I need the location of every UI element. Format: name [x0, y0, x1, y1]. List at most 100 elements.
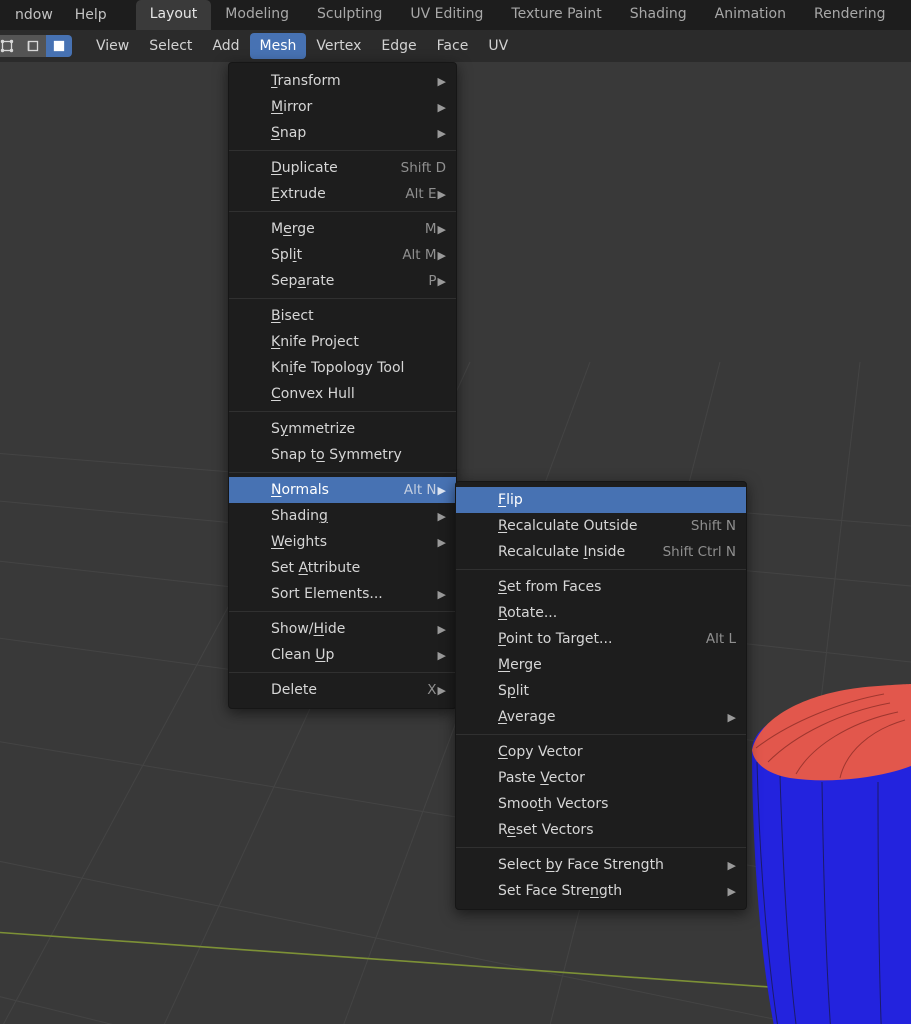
menu-item-label: Snap: [271, 125, 307, 141]
menu-item-normals[interactable]: Normals Alt N ▶: [229, 477, 456, 503]
tab-modeling[interactable]: Modeling: [211, 0, 303, 30]
menu-separator: [456, 847, 746, 848]
menu-item-label: Point to Target...: [498, 631, 613, 647]
menu-uv[interactable]: UV: [478, 33, 518, 59]
menu-view[interactable]: View: [86, 33, 139, 59]
menu-edge[interactable]: Edge: [371, 33, 426, 59]
chevron-right-icon: ▶: [437, 535, 446, 549]
menu-item-recalculate-outside[interactable]: Recalculate Outside Shift N: [456, 513, 746, 539]
menu-item-convex-hull[interactable]: Convex Hull: [229, 381, 456, 407]
menu-item-label: Recalculate Outside: [498, 518, 638, 534]
menu-item-label: Merge: [498, 657, 542, 673]
face-select-mode-button[interactable]: [46, 35, 72, 57]
menu-item-rotate[interactable]: Rotate...: [456, 600, 746, 626]
menu-item-recalculate-inside[interactable]: Recalculate Inside Shift Ctrl N: [456, 539, 746, 565]
menu-item-merge[interactable]: Merge: [456, 652, 746, 678]
menu-item-show-hide[interactable]: Show/Hide ▶: [229, 616, 456, 642]
menu-add[interactable]: Add: [202, 33, 249, 59]
menu-item-label: Reset Vectors: [498, 822, 594, 838]
edge-select-mode-button[interactable]: [20, 35, 46, 57]
tab-sculpting[interactable]: Sculpting: [303, 0, 396, 30]
menu-item-mirror[interactable]: Mirror ▶: [229, 94, 456, 120]
menu-item-shortcut: Alt M: [402, 247, 437, 263]
menu-item-shortcut: Alt N: [403, 482, 437, 498]
tab-animation[interactable]: Animation: [701, 0, 800, 30]
menu-item-label: Shading: [271, 508, 328, 524]
menu-item-smooth-vectors[interactable]: Smooth Vectors: [456, 791, 746, 817]
menu-item-shortcut: Shift Ctrl N: [662, 544, 736, 560]
chevron-right-icon: ▶: [727, 858, 736, 872]
menu-separator: [229, 298, 456, 299]
menu-item-label: Transform: [271, 73, 341, 89]
menu-face[interactable]: Face: [427, 33, 479, 59]
tab-uv-editing[interactable]: UV Editing: [396, 0, 497, 30]
edge-icon: [27, 40, 39, 52]
menu-vertex[interactable]: Vertex: [306, 33, 371, 59]
menu-item-label: Sort Elements...: [271, 586, 383, 602]
menu-item-bisect[interactable]: Bisect: [229, 303, 456, 329]
menu-item-merge[interactable]: Merge M ▶: [229, 216, 456, 242]
menu-item-extrude[interactable]: Extrude Alt E ▶: [229, 181, 456, 207]
menu-item-label: Knife Topology Tool: [271, 360, 405, 376]
menu-item-average[interactable]: Average ▶: [456, 704, 746, 730]
menu-item-delete[interactable]: Delete X ▶: [229, 677, 456, 703]
chevron-right-icon: ▶: [727, 884, 736, 898]
menu-item-label: Set Attribute: [271, 560, 361, 576]
tab-texture-paint[interactable]: Texture Paint: [497, 0, 615, 30]
tab-compositing[interactable]: Cor: [900, 0, 911, 30]
menu-item-label: Copy Vector: [498, 744, 583, 760]
menu-item-label: Extrude: [271, 186, 326, 202]
tab-rendering[interactable]: Rendering: [800, 0, 900, 30]
menu-mesh[interactable]: Mesh: [249, 33, 307, 59]
menu-item-paste-vector[interactable]: Paste Vector: [456, 765, 746, 791]
menu-item-shortcut: Alt L: [705, 631, 736, 647]
menu-item-label: Symmetrize: [271, 421, 356, 437]
menu-item-knife-topology-tool[interactable]: Knife Topology Tool: [229, 355, 456, 381]
viewport-header: View Select Add Mesh Vertex Edge Face UV: [0, 30, 911, 62]
menu-item-clean-up[interactable]: Clean Up ▶: [229, 642, 456, 668]
menu-item-symmetrize[interactable]: Symmetrize: [229, 416, 456, 442]
menu-item-separate[interactable]: Separate P ▶: [229, 268, 456, 294]
mesh-dropdown-menu[interactable]: Transform ▶ Mirror ▶ Snap ▶ Duplicate Shift D Ex…: [228, 62, 457, 709]
blender-window: ndow Help Layout Modeling Sculpting UV E…: [0, 0, 911, 1024]
menu-separator: [229, 672, 456, 673]
menu-item-snap-to-symmetry[interactable]: Snap to Symmetry: [229, 442, 456, 468]
menu-item-split[interactable]: Split: [456, 678, 746, 704]
menu-item-duplicate[interactable]: Duplicate Shift D: [229, 155, 456, 181]
vertex-icon: [0, 39, 14, 53]
menu-item-label: Normals: [271, 482, 329, 498]
menu-item-select-by-face-strength[interactable]: Select by Face Strength ▶: [456, 852, 746, 878]
menu-item-point-to-target[interactable]: Point to Target... Alt L: [456, 626, 746, 652]
window-menu[interactable]: ndow: [4, 4, 64, 26]
chevron-right-icon: ▶: [437, 683, 446, 697]
help-menu[interactable]: Help: [64, 4, 118, 26]
cylinder-top-cap: [752, 684, 911, 781]
menu-item-reset-vectors[interactable]: Reset Vectors: [456, 817, 746, 843]
menu-item-transform[interactable]: Transform ▶: [229, 68, 456, 94]
menu-item-shortcut: P: [428, 273, 437, 289]
chevron-right-icon: ▶: [437, 100, 446, 114]
menu-item-split[interactable]: Split Alt M ▶: [229, 242, 456, 268]
menu-item-sort-elements[interactable]: Sort Elements... ▶: [229, 581, 456, 607]
menu-item-flip[interactable]: Flip: [456, 487, 746, 513]
menu-item-copy-vector[interactable]: Copy Vector: [456, 739, 746, 765]
menu-item-snap[interactable]: Snap ▶: [229, 120, 456, 146]
menu-separator: [229, 472, 456, 473]
tab-shading[interactable]: Shading: [616, 0, 701, 30]
normals-submenu[interactable]: Flip Recalculate Outside Shift N Recalculat…: [455, 481, 747, 910]
menu-item-set-attribute[interactable]: Set Attribute: [229, 555, 456, 581]
chevron-right-icon: ▶: [437, 587, 446, 601]
menu-select[interactable]: Select: [139, 33, 202, 59]
chevron-right-icon: ▶: [437, 126, 446, 140]
menu-item-set-from-faces[interactable]: Set from Faces: [456, 574, 746, 600]
menu-item-label: Bisect: [271, 308, 314, 324]
tab-layout[interactable]: Layout: [135, 0, 212, 30]
vertex-select-mode-button[interactable]: [0, 35, 20, 57]
menu-item-label: Recalculate Inside: [498, 544, 626, 560]
menu-item-set-face-strength[interactable]: Set Face Strength ▶: [456, 878, 746, 904]
menu-item-weights[interactable]: Weights ▶: [229, 529, 456, 555]
menu-item-label: Delete: [271, 682, 317, 698]
menu-item-knife-project[interactable]: Knife Project: [229, 329, 456, 355]
menu-item-shading[interactable]: Shading ▶: [229, 503, 456, 529]
menu-item-label: Show/Hide: [271, 621, 346, 637]
